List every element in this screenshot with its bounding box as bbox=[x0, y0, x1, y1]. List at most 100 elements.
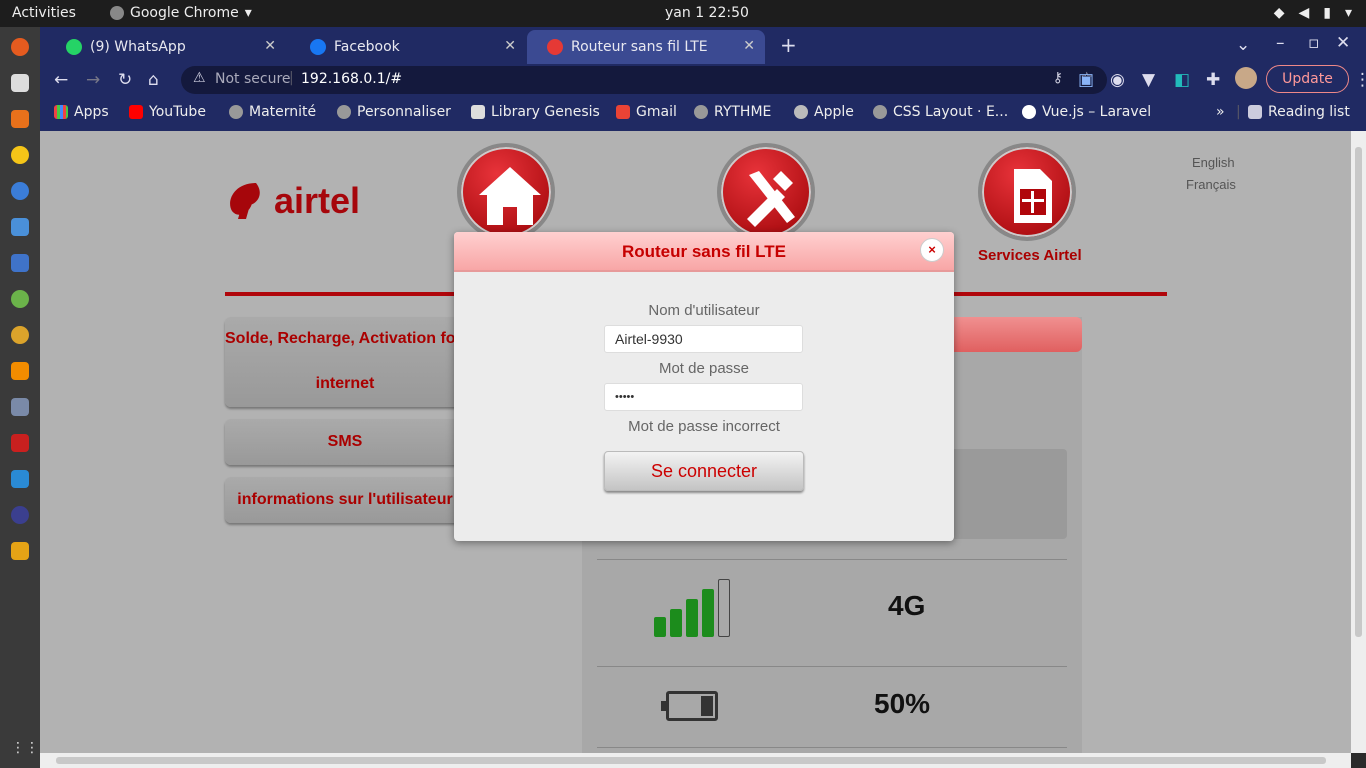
tab-facebook[interactable]: Facebook ✕ bbox=[290, 30, 526, 64]
gmail-icon bbox=[616, 105, 630, 119]
omnibox[interactable]: ⚠ Not secure | 192.168.0.1/# ⚷ ☆ bbox=[181, 66, 1107, 94]
tab-whatsapp[interactable]: (9) WhatsApp ✕ bbox=[46, 30, 286, 64]
menu-icon[interactable]: ⋮ bbox=[1354, 70, 1366, 90]
vscode-icon[interactable] bbox=[11, 470, 29, 488]
globe-icon bbox=[337, 105, 351, 119]
login-button[interactable]: Se connecter bbox=[604, 451, 804, 491]
whatsapp-icon bbox=[66, 39, 82, 55]
activities-button[interactable]: Activities bbox=[12, 5, 76, 21]
menu-item-sms[interactable]: SMS bbox=[225, 419, 465, 465]
bookmark-css-layout[interactable]: CSS Layout · E... bbox=[873, 104, 1008, 120]
app-menu[interactable]: Google Chrome ▾ bbox=[110, 5, 252, 21]
close-tab-icon[interactable]: ✕ bbox=[504, 38, 516, 54]
bookmark-apple[interactable]: Apple bbox=[794, 104, 854, 120]
bookmark-youtube[interactable]: YouTube bbox=[129, 104, 206, 120]
bookmark-maternite[interactable]: Maternité bbox=[229, 104, 316, 120]
bookmark-vue-laravel[interactable]: Vue.js – Laravel bbox=[1022, 104, 1151, 120]
volume-icon: ◀ bbox=[1298, 5, 1310, 21]
house-icon bbox=[479, 167, 541, 225]
window-icon[interactable] bbox=[11, 398, 29, 416]
minimize-icon[interactable]: – bbox=[1276, 33, 1285, 53]
reading-list-icon bbox=[1248, 105, 1262, 119]
settings-button[interactable] bbox=[717, 143, 815, 241]
system-tray[interactable]: ◆ ◀ ▮ ▾ bbox=[1274, 5, 1352, 21]
globe-icon bbox=[229, 105, 243, 119]
home-button[interactable] bbox=[457, 143, 555, 241]
extension-icon[interactable]: ▼ bbox=[1142, 70, 1155, 90]
browser-icon[interactable] bbox=[11, 290, 29, 308]
software-icon[interactable] bbox=[11, 110, 29, 128]
close-icon[interactable]: × bbox=[920, 238, 944, 262]
help-icon[interactable] bbox=[11, 182, 29, 200]
password-field[interactable]: ••••• bbox=[604, 383, 803, 411]
filezilla-icon[interactable] bbox=[11, 434, 29, 452]
extension-icon[interactable]: ◉ bbox=[1110, 70, 1125, 90]
home-icon[interactable]: ⌂ bbox=[148, 70, 159, 90]
show-apps-icon[interactable]: ⋮⋮ bbox=[11, 740, 39, 758]
warning-icon: ⚠ bbox=[193, 70, 206, 86]
reload-icon[interactable]: ↻ bbox=[118, 70, 132, 90]
horizontal-scrollbar[interactable] bbox=[40, 753, 1351, 768]
files-icon[interactable] bbox=[11, 74, 29, 92]
rhythmbox-icon[interactable] bbox=[11, 146, 29, 164]
more-bookmarks-icon[interactable]: » bbox=[1216, 104, 1225, 120]
divider bbox=[597, 666, 1067, 667]
web-page: airtel Services Airtel English Français … bbox=[40, 131, 1351, 753]
close-window-icon[interactable]: ✕ bbox=[1336, 33, 1350, 53]
divider: | bbox=[1236, 104, 1241, 120]
firefox-icon[interactable] bbox=[11, 38, 29, 56]
text-editor-icon[interactable] bbox=[11, 218, 29, 236]
chevron-down-icon: ▾ bbox=[244, 5, 252, 21]
update-button[interactable]: Update bbox=[1266, 65, 1349, 93]
writer-icon[interactable] bbox=[11, 254, 29, 272]
extension-icon[interactable]: ◧ bbox=[1174, 70, 1190, 90]
url-text: 192.168.0.1/# bbox=[301, 71, 403, 87]
signal-icon bbox=[654, 579, 730, 637]
globe-icon bbox=[873, 105, 887, 119]
bookmark-rythme[interactable]: RYTHME bbox=[694, 104, 771, 120]
bookmark-apps[interactable]: Apps bbox=[54, 104, 109, 120]
tab-search-icon[interactable]: ⌄ bbox=[1236, 35, 1250, 55]
divider bbox=[597, 747, 1067, 748]
dock: ⋮⋮ bbox=[0, 27, 40, 768]
bookmark-library-genesis[interactable]: Library Genesis bbox=[471, 104, 600, 120]
book-icon bbox=[471, 105, 485, 119]
tools-icon bbox=[747, 171, 795, 227]
battery-icon: ▮ bbox=[1323, 5, 1331, 21]
tab-router[interactable]: Routeur sans fil LTE ✕ bbox=[527, 30, 765, 64]
sim-card-icon bbox=[1014, 169, 1052, 223]
new-tab-button[interactable]: + bbox=[780, 33, 797, 57]
key-icon[interactable]: ⚷ bbox=[1053, 70, 1063, 86]
vlc-icon[interactable] bbox=[11, 362, 29, 380]
menu-item-user-info[interactable]: informations sur l'utilisateur bbox=[225, 477, 465, 523]
translate-icon[interactable]: ▣ bbox=[1078, 70, 1094, 90]
services-button[interactable] bbox=[978, 143, 1076, 241]
back-icon[interactable]: ← bbox=[54, 70, 68, 90]
app-icon[interactable] bbox=[11, 542, 29, 560]
username-field[interactable]: Airtel-9930 bbox=[604, 325, 803, 353]
close-tab-icon[interactable]: ✕ bbox=[264, 38, 276, 54]
close-tab-icon[interactable]: ✕ bbox=[743, 38, 755, 54]
services-label: Services Airtel bbox=[978, 247, 1082, 264]
reading-list-button[interactable]: Reading list bbox=[1248, 104, 1350, 120]
airtel-icon bbox=[547, 39, 563, 55]
menu-item-solde[interactable]: Solde, Recharge, Activation forf interne… bbox=[225, 317, 465, 407]
bookmark-gmail[interactable]: Gmail bbox=[616, 104, 677, 120]
maximize-icon[interactable]: ▫ bbox=[1308, 33, 1320, 53]
language-english[interactable]: English bbox=[1192, 155, 1235, 170]
panel-header bbox=[942, 317, 1082, 352]
eclipse-icon[interactable] bbox=[11, 506, 29, 524]
apple-icon bbox=[794, 105, 808, 119]
bookmark-personnaliser[interactable]: Personnaliser bbox=[337, 104, 451, 120]
security-indicator: Not secure bbox=[215, 71, 291, 87]
clock[interactable]: yan 1 22:50 bbox=[665, 5, 749, 21]
chrome-icon bbox=[110, 6, 124, 20]
vertical-scrollbar[interactable] bbox=[1351, 131, 1366, 753]
password-label: Mot de passe bbox=[658, 360, 750, 377]
chrome-dock-icon[interactable] bbox=[11, 326, 29, 344]
language-francais[interactable]: Français bbox=[1186, 177, 1236, 192]
puzzle-icon[interactable]: ✚ bbox=[1206, 70, 1220, 90]
avatar[interactable] bbox=[1235, 67, 1257, 89]
chevron-down-icon: ▾ bbox=[1344, 5, 1352, 21]
forward-icon[interactable]: → bbox=[86, 70, 100, 90]
